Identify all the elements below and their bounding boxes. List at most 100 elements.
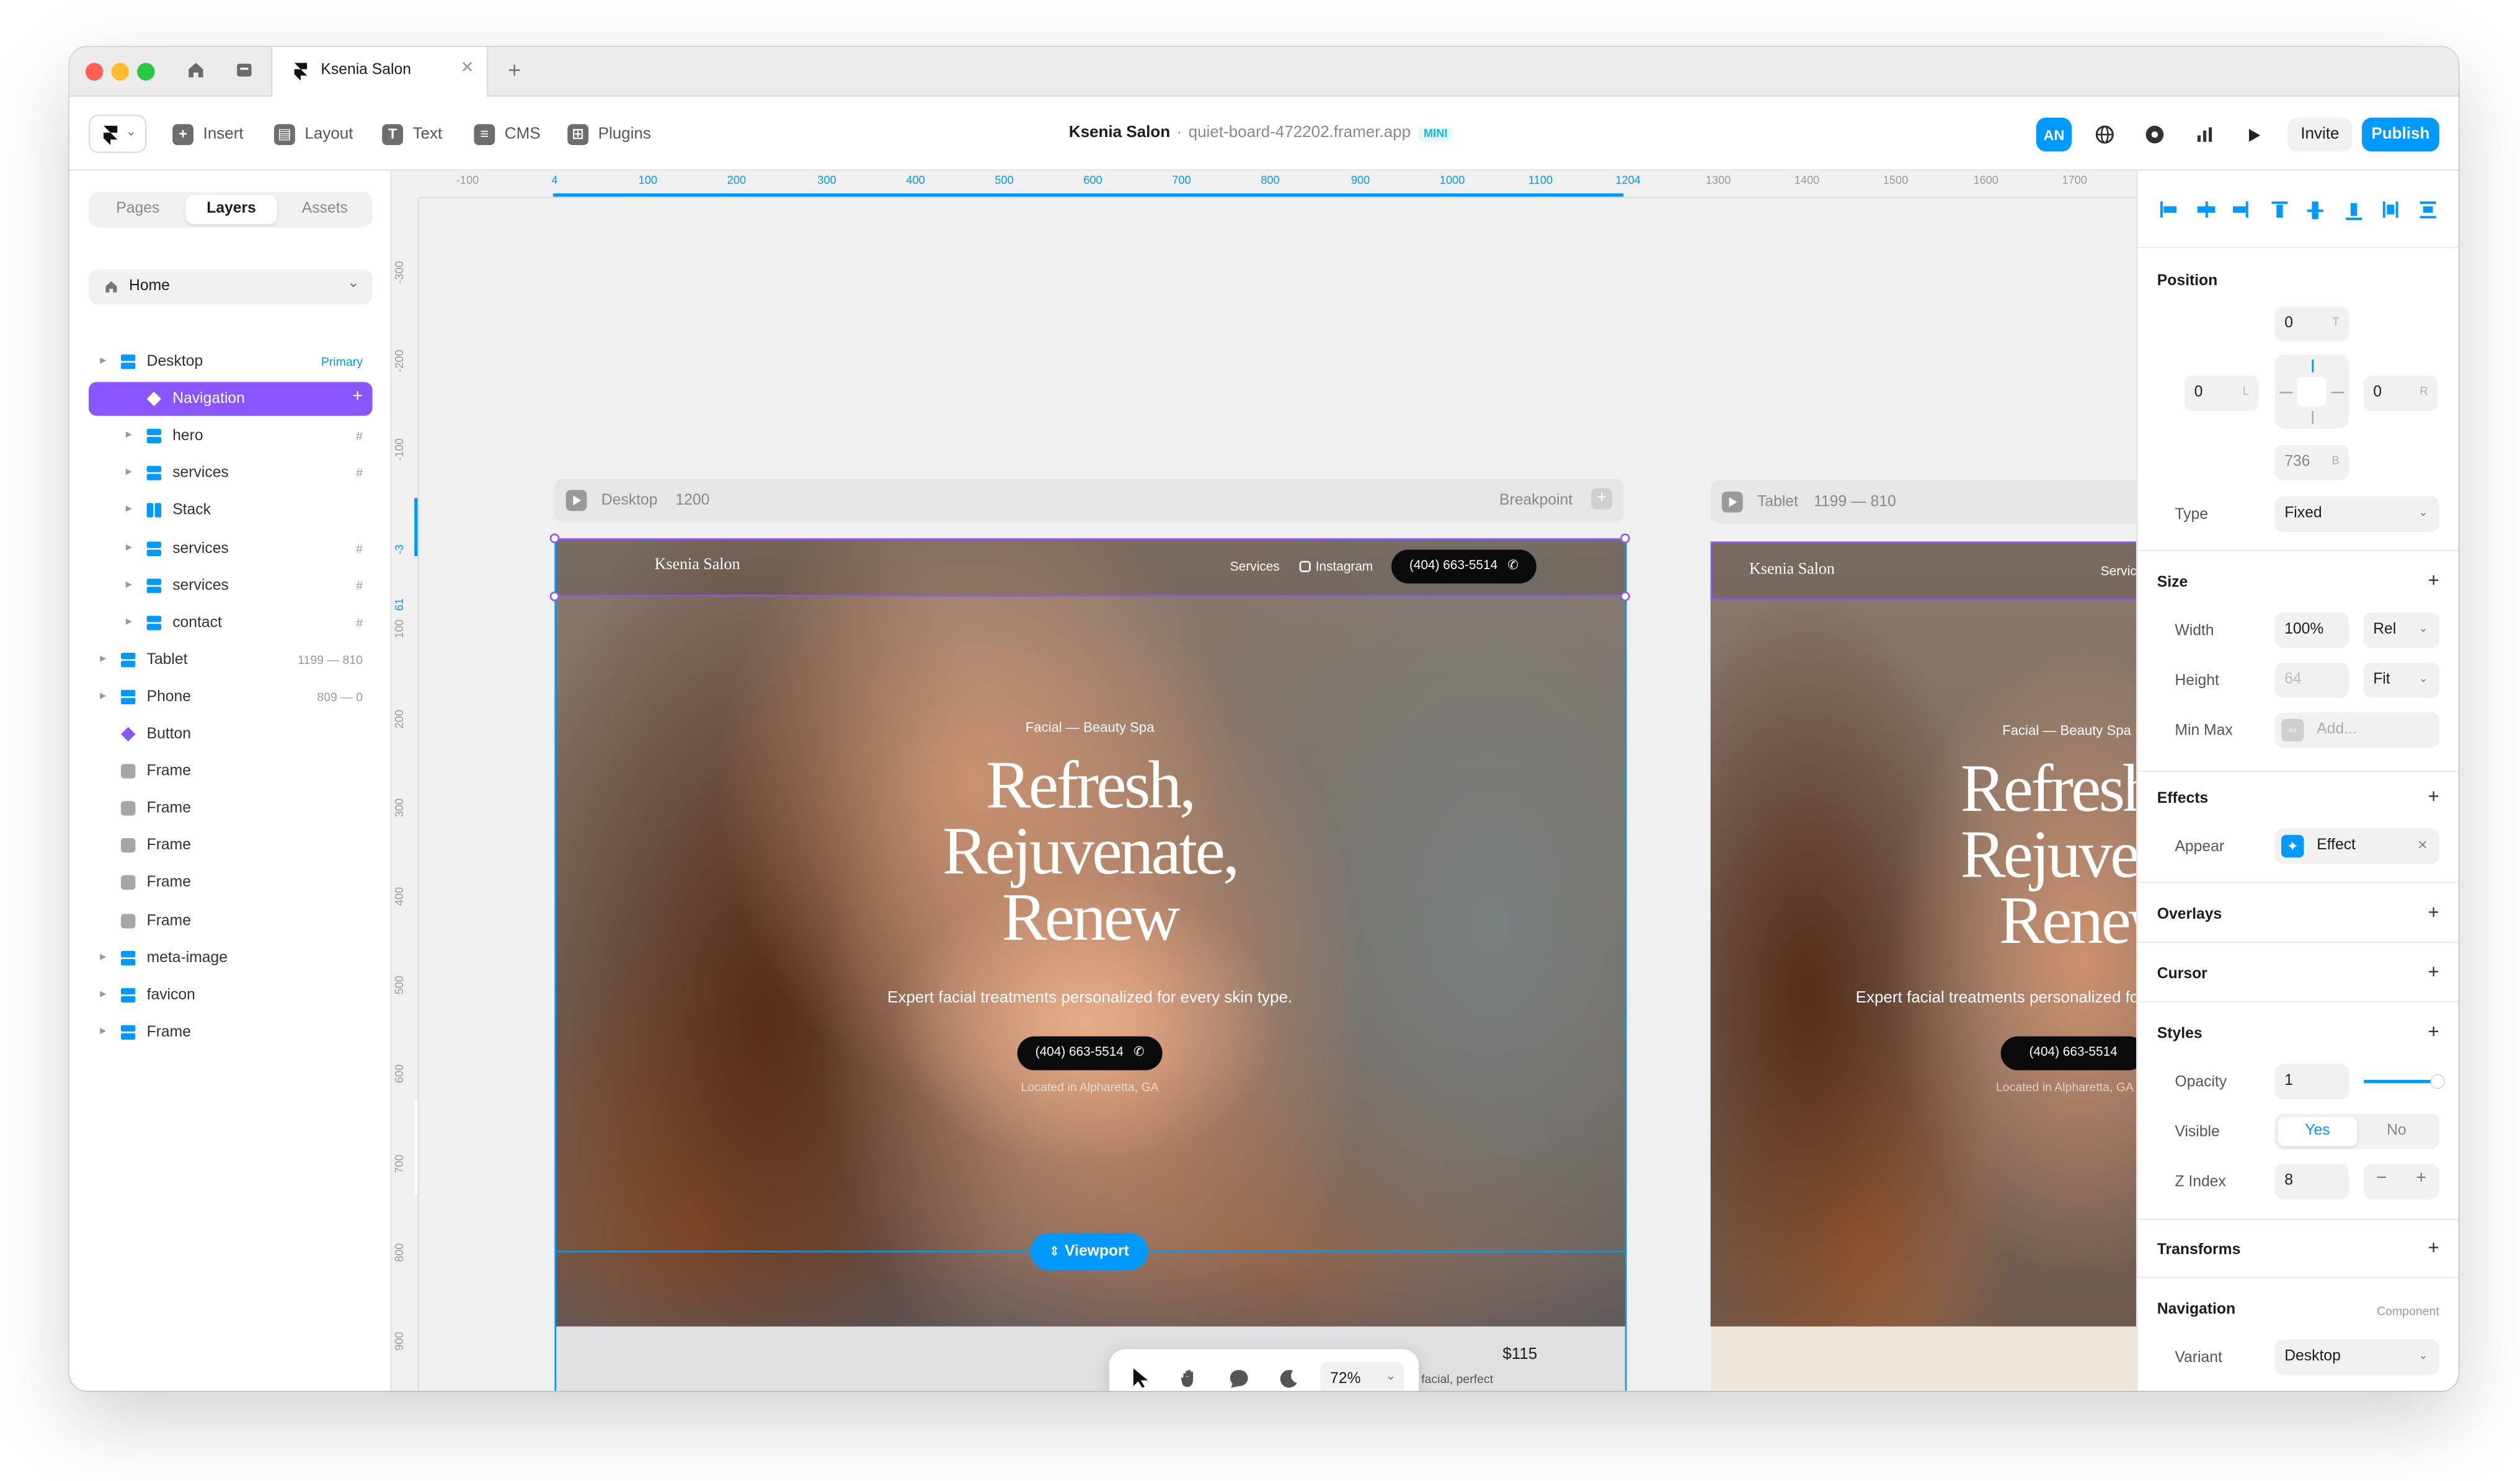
insert-button[interactable]: + Insert: [172, 119, 244, 148]
layer-row[interactable]: ▶ contact #: [89, 606, 373, 640]
project-title[interactable]: Ksenia Salon · quiet-board-472202.framer.a…: [1069, 124, 1453, 142]
layout-button[interactable]: ▤ Layout: [273, 119, 353, 148]
constraints-widget[interactable]: [2274, 355, 2349, 429]
increment-icon[interactable]: +: [2416, 1169, 2426, 1188]
viewport-handle[interactable]: ⇕ Viewport: [1030, 1232, 1148, 1270]
dark-mode-icon[interactable]: [1279, 1368, 1300, 1390]
decrement-icon[interactable]: −: [2376, 1169, 2387, 1188]
layer-row[interactable]: Frame: [89, 903, 373, 937]
expand-chevron-icon[interactable]: ▶: [100, 356, 106, 366]
preview-play-icon[interactable]: [2236, 117, 2272, 152]
canvas[interactable]: -100 4 100 200 300 400 500 600 700 800 900 1000 1100…: [391, 170, 2136, 1391]
layer-row[interactable]: ▶ Phone 809 — 0: [89, 680, 373, 714]
position-right-input[interactable]: 0 R: [2363, 375, 2438, 411]
publish-button[interactable]: Publish: [2361, 117, 2439, 152]
layer-row[interactable]: ▶ Tablet 1199 — 810: [89, 643, 373, 677]
cursor-select-icon[interactable]: [1132, 1367, 1151, 1391]
expand-chevron-icon[interactable]: ▶: [126, 617, 132, 627]
opacity-slider[interactable]: [2363, 1075, 2444, 1088]
close-tab-icon[interactable]: ✕: [461, 60, 474, 77]
page-select[interactable]: Home ⌄: [89, 269, 373, 305]
selection-handle[interactable]: [1620, 591, 1630, 601]
expand-chevron-icon[interactable]: ▶: [126, 580, 132, 590]
appear-effect-field[interactable]: ✦ Effect ✕: [2274, 828, 2439, 864]
layer-row[interactable]: Navigation +: [89, 382, 373, 417]
desktop-frame-header[interactable]: Desktop 1200 Breakpoint +: [554, 479, 1624, 523]
add-transform-icon[interactable]: +: [2428, 1236, 2439, 1258]
tab-layers[interactable]: Layers: [185, 195, 278, 224]
height-unit-select[interactable]: Fit ⌄: [2363, 662, 2439, 698]
position-type-select[interactable]: Fixed ⌄: [2274, 496, 2439, 532]
inbox-icon[interactable]: [232, 60, 256, 84]
tab-pages[interactable]: Pages: [92, 195, 184, 224]
breakpoint-label[interactable]: Breakpoint: [1499, 492, 1573, 510]
tablet-frame-header[interactable]: Tablet 1199 — 810: [1710, 480, 2136, 524]
visible-no-option[interactable]: No: [2357, 1117, 2436, 1146]
expand-chevron-icon[interactable]: ▶: [126, 542, 132, 552]
layer-row[interactable]: Frame: [89, 792, 373, 826]
text-button[interactable]: T Text: [382, 119, 442, 148]
layer-row[interactable]: Frame: [89, 866, 373, 900]
layer-row[interactable]: ▶ Stack: [89, 494, 373, 528]
globe-icon[interactable]: [2086, 117, 2122, 152]
position-top-input[interactable]: 0 T: [2274, 306, 2349, 342]
expand-chevron-icon[interactable]: ▶: [100, 1027, 106, 1037]
add-effect-icon[interactable]: +: [2428, 785, 2439, 807]
play-icon[interactable]: [1721, 492, 1743, 513]
variant-select[interactable]: Desktop ⌄: [2274, 1339, 2439, 1375]
layer-row[interactable]: ▶ services #: [89, 531, 373, 565]
add-overlay-icon[interactable]: +: [2428, 901, 2439, 923]
remove-effect-icon[interactable]: ✕: [2417, 828, 2428, 864]
framer-menu-button[interactable]: ⌄: [89, 114, 147, 153]
new-tab-button[interactable]: +: [508, 56, 521, 82]
layer-row[interactable]: ▶ meta-image: [89, 940, 373, 975]
layer-row[interactable]: Frame: [89, 754, 373, 789]
width-unit-select[interactable]: Rel ⌄: [2363, 612, 2439, 648]
comment-icon[interactable]: [1228, 1368, 1249, 1390]
add-style-icon[interactable]: +: [2428, 1020, 2439, 1043]
zoom-select[interactable]: 72% ⌄: [1320, 1362, 1404, 1391]
expand-chevron-icon[interactable]: ▶: [100, 952, 106, 962]
add-size-icon[interactable]: +: [2428, 569, 2439, 591]
plugins-button[interactable]: ⊞ Plugins: [567, 119, 651, 148]
expand-chevron-icon[interactable]: ▶: [100, 691, 106, 701]
layer-row[interactable]: ▶ favicon: [89, 978, 373, 1012]
expand-chevron-icon[interactable]: ▶: [100, 654, 106, 664]
close-window-button[interactable]: [85, 63, 104, 81]
opacity-input[interactable]: 1: [2274, 1063, 2349, 1100]
tab-ksenia-salon[interactable]: Ksenia Salon ✕: [270, 46, 489, 97]
layer-row[interactable]: ▶ Frame: [89, 1015, 373, 1049]
selection-handle[interactable]: [1620, 533, 1630, 544]
analytics-icon[interactable]: [2186, 117, 2222, 152]
layer-row[interactable]: ▶ Desktop Primary: [89, 345, 373, 379]
add-breakpoint-icon[interactable]: +: [1591, 488, 1612, 510]
width-input[interactable]: 100%: [2274, 612, 2349, 648]
settings-icon[interactable]: [2136, 117, 2172, 152]
home-icon[interactable]: [184, 60, 208, 84]
z-index-input[interactable]: 8: [2274, 1164, 2349, 1200]
user-avatar[interactable]: AN: [2036, 117, 2072, 152]
tab-assets[interactable]: Assets: [279, 195, 371, 224]
expand-chevron-icon[interactable]: ▶: [100, 989, 106, 999]
zoom-window-button[interactable]: [136, 63, 155, 81]
layer-row[interactable]: ▶ hero #: [89, 419, 373, 453]
expand-chevron-icon[interactable]: ▶: [126, 468, 132, 478]
position-left-input[interactable]: 0 L: [2184, 375, 2259, 411]
add-cursor-icon[interactable]: +: [2428, 961, 2439, 983]
layer-row[interactable]: ▶ services #: [89, 568, 373, 603]
hand-tool-icon[interactable]: [1179, 1367, 1201, 1391]
visible-yes-option[interactable]: Yes: [2278, 1116, 2358, 1146]
layer-row[interactable]: ▶ services #: [89, 457, 373, 491]
cms-button[interactable]: ≡ CMS: [474, 119, 541, 148]
invite-button[interactable]: Invite: [2287, 117, 2353, 152]
play-icon[interactable]: [566, 490, 587, 511]
selection-handle[interactable]: [549, 591, 560, 601]
layer-meta[interactable]: +: [352, 387, 363, 406]
layer-row[interactable]: Button: [89, 717, 373, 751]
opacity-slider-thumb[interactable]: [2431, 1075, 2444, 1088]
height-input[interactable]: 64: [2274, 662, 2349, 698]
minimize-window-button[interactable]: [111, 63, 129, 81]
selection-handle[interactable]: [549, 533, 560, 544]
expand-chevron-icon[interactable]: ▶: [126, 431, 132, 441]
expand-chevron-icon[interactable]: ▶: [126, 505, 132, 515]
